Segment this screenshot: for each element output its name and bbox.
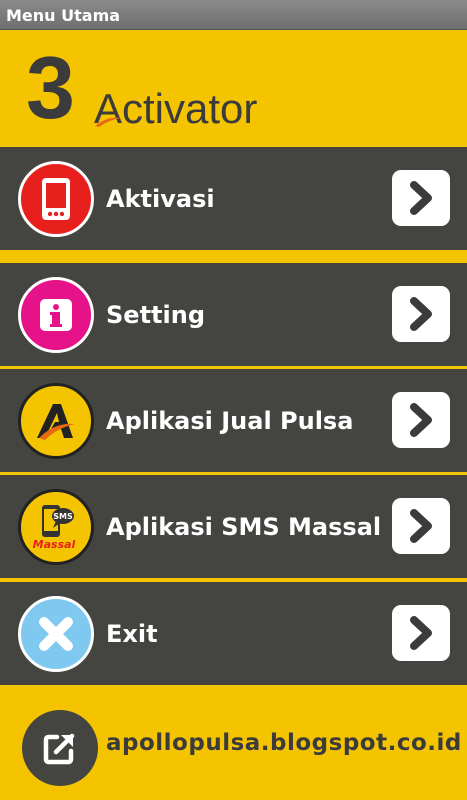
menu-item-label: Setting	[106, 300, 205, 329]
footer-link-text[interactable]: apollopulsa.blogspot.co.id	[106, 686, 462, 800]
chevron-right-button[interactable]	[392, 170, 450, 226]
logo-number: 3	[26, 38, 75, 137]
chevron-right-button[interactable]	[392, 286, 450, 342]
chevron-right-button[interactable]	[392, 392, 450, 448]
info-icon	[18, 277, 94, 353]
footer-link[interactable]: apollopulsa.blogspot.co.id	[0, 686, 467, 800]
apollo-a-icon	[18, 383, 94, 459]
menu-item-aktivasi[interactable]: Aktivasi	[0, 147, 467, 250]
massal-badge-text: Massal	[33, 538, 76, 551]
window-title: Menu Utama	[0, 0, 467, 30]
menu-item-aplikasi-sms-massal[interactable]: SMS Massal Aplikasi SMS Massal	[0, 475, 467, 578]
close-icon	[18, 596, 94, 672]
chevron-right-icon	[410, 403, 432, 437]
menu-item-aplikasi-jual-pulsa[interactable]: Aplikasi Jual Pulsa	[0, 369, 467, 472]
external-link-icon	[22, 710, 98, 786]
menu-item-label: Aplikasi Jual Pulsa	[106, 406, 354, 435]
chevron-right-icon	[410, 616, 432, 650]
menu-item-exit[interactable]: Exit	[0, 582, 467, 685]
menu-item-label: Aplikasi SMS Massal	[106, 512, 382, 541]
chevron-right-icon	[410, 181, 432, 215]
chevron-right-button[interactable]	[392, 605, 450, 661]
menu-item-label: Exit	[106, 619, 158, 648]
chevron-right-icon	[410, 509, 432, 543]
phone-icon	[18, 161, 94, 237]
chevron-right-button[interactable]	[392, 498, 450, 554]
menu-item-setting[interactable]: Setting	[0, 263, 467, 366]
chevron-right-icon	[410, 297, 432, 331]
sms-badge-text: SMS	[53, 512, 73, 521]
logo-swoosh-icon	[95, 117, 121, 127]
app-header: 3 Activator	[0, 30, 467, 147]
menu-item-label: Aktivasi	[106, 184, 215, 213]
sms-massal-icon: SMS Massal	[18, 489, 94, 565]
